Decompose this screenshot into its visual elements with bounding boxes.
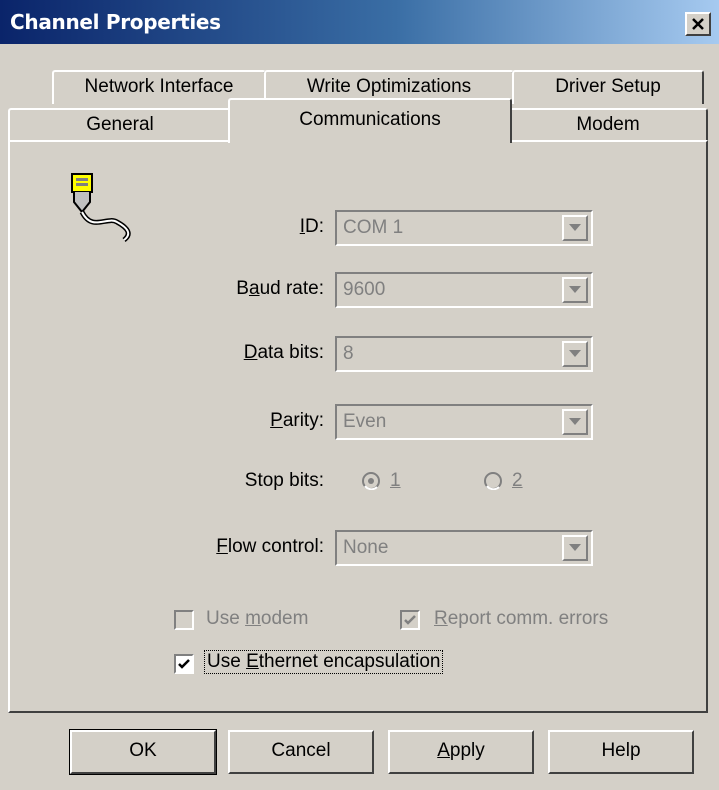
stop-bits-label: Stop bits: — [244, 470, 324, 491]
id-dropdown-button[interactable] — [562, 215, 588, 241]
parity-dropdown-button[interactable] — [562, 409, 588, 435]
tab-communications[interactable]: Communications — [228, 98, 512, 143]
ethernet-encapsulation-checkbox[interactable] — [174, 654, 194, 674]
communications-panel: ID: COM 1 Baud rate: 9600 Data bits: 8 P… — [8, 140, 708, 713]
title-bar[interactable]: Channel Properties — [0, 0, 719, 44]
data-bits-combobox[interactable]: 8 — [335, 336, 593, 372]
stop-bits-2-radio[interactable] — [484, 472, 502, 490]
parity-combobox[interactable]: Even — [335, 404, 593, 440]
baud-rate-combobox[interactable]: 9600 — [335, 272, 593, 308]
chevron-down-icon — [569, 224, 581, 231]
id-label: ID: — [299, 216, 324, 237]
close-icon — [692, 18, 704, 30]
stop-bits-2-label: 2 — [512, 470, 523, 491]
chevron-down-icon — [569, 418, 581, 425]
checkmark-icon — [178, 659, 190, 669]
data-bits-value: 8 — [343, 343, 354, 364]
flow-control-dropdown-button[interactable] — [562, 535, 588, 561]
ok-button[interactable]: OK — [69, 729, 217, 775]
data-bits-dropdown-button[interactable] — [562, 341, 588, 367]
baud-rate-dropdown-button[interactable] — [562, 277, 588, 303]
cancel-button[interactable]: Cancel — [228, 730, 374, 774]
baud-rate-value: 9600 — [343, 279, 386, 300]
apply-button[interactable]: Apply — [388, 730, 534, 774]
tab-driver-setup[interactable]: Driver Setup — [512, 70, 704, 104]
stop-bits-1-label: 1 — [390, 470, 401, 491]
baud-rate-label: Baud rate: — [236, 278, 324, 299]
flow-control-combobox[interactable]: None — [335, 530, 593, 566]
id-value: COM 1 — [343, 217, 404, 238]
chevron-down-icon — [569, 350, 581, 357]
checkmark-icon — [404, 615, 416, 625]
report-errors-checkbox[interactable] — [400, 610, 420, 630]
report-errors-label: Report comm. errors — [434, 608, 609, 629]
window-title: Channel Properties — [10, 10, 221, 34]
active-tab-join — [232, 138, 508, 144]
stop-bits-1-radio[interactable] — [362, 472, 380, 490]
flow-control-value: None — [343, 537, 389, 558]
use-modem-label: Use modem — [206, 608, 309, 629]
data-bits-label: Data bits: — [243, 342, 324, 363]
tab-modem[interactable]: Modem — [508, 108, 708, 142]
use-modem-checkbox[interactable] — [174, 610, 194, 630]
channel-properties-dialog: Channel Properties Network Interface Wri… — [0, 0, 719, 790]
id-combobox[interactable]: COM 1 — [335, 210, 593, 246]
flow-control-label: Flow control: — [216, 536, 324, 557]
help-button[interactable]: Help — [548, 730, 694, 774]
parity-value: Even — [343, 411, 387, 432]
chevron-down-icon — [569, 286, 581, 293]
tab-general[interactable]: General — [8, 108, 232, 142]
ethernet-encapsulation-label: Use Ethernet encapsulation — [204, 650, 444, 674]
parity-label: Parity: — [270, 410, 324, 431]
close-button[interactable] — [685, 12, 711, 36]
chevron-down-icon — [569, 544, 581, 551]
